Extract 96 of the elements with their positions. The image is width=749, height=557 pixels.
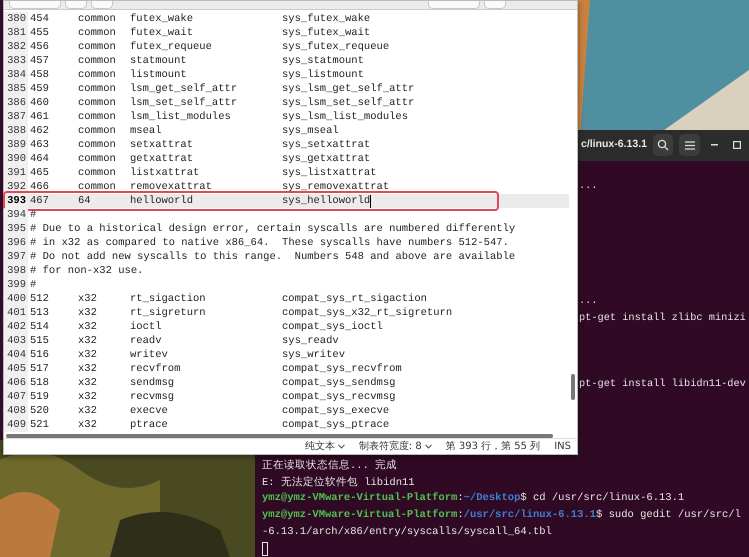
line-number: 396 xyxy=(4,236,28,250)
line-number: 382 xyxy=(4,40,28,54)
line-number: 407 xyxy=(4,390,28,404)
terminal-line: 正在读取状态信息... 完成 xyxy=(262,458,398,474)
code-line: 520 x32 execve compat_sys_execve xyxy=(29,404,390,418)
line-number: 393 xyxy=(4,194,28,208)
line-number: 381 xyxy=(4,26,28,40)
line-number: 405 xyxy=(4,362,28,376)
scrollbar-thumb[interactable] xyxy=(571,374,575,400)
line-number: 395 xyxy=(4,222,28,236)
line-number: 388 xyxy=(4,124,28,138)
code-line: 512 x32 rt_sigaction compat_sys_rt_sigaction xyxy=(29,292,427,306)
status-dropdown[interactable]: 纯文本 xyxy=(304,439,345,454)
line-number: 408 xyxy=(4,404,28,418)
toolbar-button[interactable] xyxy=(65,1,87,9)
terminal-line: pt-get install zlibc minizi xyxy=(579,310,746,326)
terminal-line: E: 无法定位软件包 libidn11 xyxy=(262,475,415,490)
code-line: # xyxy=(29,278,36,292)
line-number: 386 xyxy=(4,96,28,110)
code-line: 455 common futex_wait sys_futex_wait xyxy=(29,26,370,40)
toolbar-button[interactable] xyxy=(9,1,61,9)
toolbar-button[interactable] xyxy=(91,1,113,9)
line-number: 406 xyxy=(4,376,28,390)
terminal-cursor xyxy=(262,542,268,556)
line-number: 400 xyxy=(4,292,28,306)
menu-icon xyxy=(684,140,694,150)
terminal-title: c/linux-6.13.1 xyxy=(581,137,647,152)
line-number: 383 xyxy=(4,54,28,68)
toolbar-button[interactable] xyxy=(484,1,506,9)
code-line: 515 x32 readv sys_readv xyxy=(29,334,339,348)
terminal-line: -6.13.1/arch/x86/entry/syscalls/syscall_64.tbl xyxy=(262,525,552,540)
code-line: 463 common setxattrat sys_setxattrat xyxy=(29,138,370,152)
line-number: 384 xyxy=(4,68,28,82)
code-line: # Due to a historical design error, certain syscalls are numbered differently xyxy=(29,222,516,236)
caret-icon xyxy=(424,444,432,449)
code-line: # in x32 as compared to native x86_64. These syscalls have numbers 512-547. xyxy=(29,236,509,250)
code-line: 521 x32 ptrace compat_sys_ptrace xyxy=(29,418,390,432)
prompt-path: ~/Desktop xyxy=(464,491,520,506)
line-number: 402 xyxy=(4,320,28,334)
line-number: 397 xyxy=(4,250,28,264)
terminal-line: ... xyxy=(579,294,598,309)
code-line: 457 common statmount sys_statmount xyxy=(29,54,364,68)
line-number: 390 xyxy=(4,152,28,166)
code-line: 466 common removexattrat sys_removexattrat xyxy=(29,180,390,194)
text-cursor xyxy=(370,194,372,208)
line-number: 380 xyxy=(4,12,28,26)
menu-button[interactable] xyxy=(679,134,700,156)
line-number: 398 xyxy=(4,264,28,278)
code-line: 467 64 helloworld sys_helloworld xyxy=(29,194,370,208)
terminal-line: pt-get install libidn11-dev xyxy=(579,376,746,392)
terminal-line: ... xyxy=(579,178,598,194)
line-number: 409 xyxy=(4,418,28,432)
code-line: # for non-x32 use. xyxy=(29,264,144,278)
code-line: 458 common listmount sys_listmount xyxy=(29,68,364,82)
code-line: 461 common lsm_list_modules sys_lsm_list_modules xyxy=(29,110,408,124)
code-line: 513 x32 rt_sigreturn compat_sys_x32_rt_sigreturn xyxy=(29,306,452,320)
search-button[interactable] xyxy=(652,134,674,156)
code-line: 459 common lsm_get_self_attr sys_lsm_get_self_attr xyxy=(29,82,414,96)
line-number: 387 xyxy=(4,110,28,124)
prompt-separator: : xyxy=(457,508,464,523)
prompt-user: ymz@ymz-VMware-Virtual-Platform xyxy=(262,491,458,506)
terminal-command: $ cd /usr/src/linux-6.13.1 xyxy=(520,491,684,506)
code-line: # xyxy=(29,208,36,222)
line-number: 391 xyxy=(4,166,28,180)
line-number: 385 xyxy=(4,82,28,96)
horizontal-scrollbar[interactable] xyxy=(6,434,553,438)
line-number: 389 xyxy=(4,138,28,152)
code-line: 516 x32 writev sys_writev xyxy=(29,348,346,362)
line-number: 399 xyxy=(4,278,28,292)
code-line: 517 x32 recvfrom compat_sys_recvfrom xyxy=(29,362,402,376)
status-text: 第 393 行，第 55 列 xyxy=(446,440,540,454)
prompt-path: /usr/src/linux-6.13.1 xyxy=(464,508,596,523)
code-line: 460 common lsm_set_self_attr sys_lsm_set_self_attr xyxy=(29,96,414,110)
maximize-icon xyxy=(732,141,741,150)
line-number: 394 xyxy=(4,208,28,222)
terminal-command: $ sudo gedit /usr/src/l xyxy=(596,508,741,523)
code-line: 462 common mseal sys_mseal xyxy=(29,124,339,138)
code-line: 518 x32 sendmsg compat_sys_sendmsg xyxy=(29,376,396,390)
status-text: INS xyxy=(554,440,571,454)
prompt-separator: : xyxy=(457,491,464,506)
line-number: 403 xyxy=(4,334,28,348)
line-number: 404 xyxy=(4,348,28,362)
minimize-icon xyxy=(710,144,718,146)
code-line: 464 common getxattrat sys_getxattrat xyxy=(29,152,370,166)
code-line: 456 common futex_requeue sys_futex_requeue xyxy=(29,40,390,54)
code-line: 514 x32 ioctl compat_sys_ioctl xyxy=(29,320,383,334)
toolbar-button[interactable] xyxy=(428,1,480,9)
line-number: 401 xyxy=(4,306,28,320)
code-line: 519 x32 recvmsg compat_sys_recvmsg xyxy=(29,390,396,404)
prompt-user: ymz@ymz-VMware-Virtual-Platform xyxy=(262,508,458,523)
status-dropdown[interactable]: 制表符宽度: 8 xyxy=(358,439,432,454)
code-line: # Do not add new syscalls to this range. Numbers 548 and above are available xyxy=(29,250,516,264)
caret-icon xyxy=(338,444,345,449)
code-line: 465 common listxattrat sys_listxattrat xyxy=(29,166,377,180)
code-line: 454 common futex_wake sys_futex_wake xyxy=(29,12,370,26)
search-icon xyxy=(657,139,670,152)
